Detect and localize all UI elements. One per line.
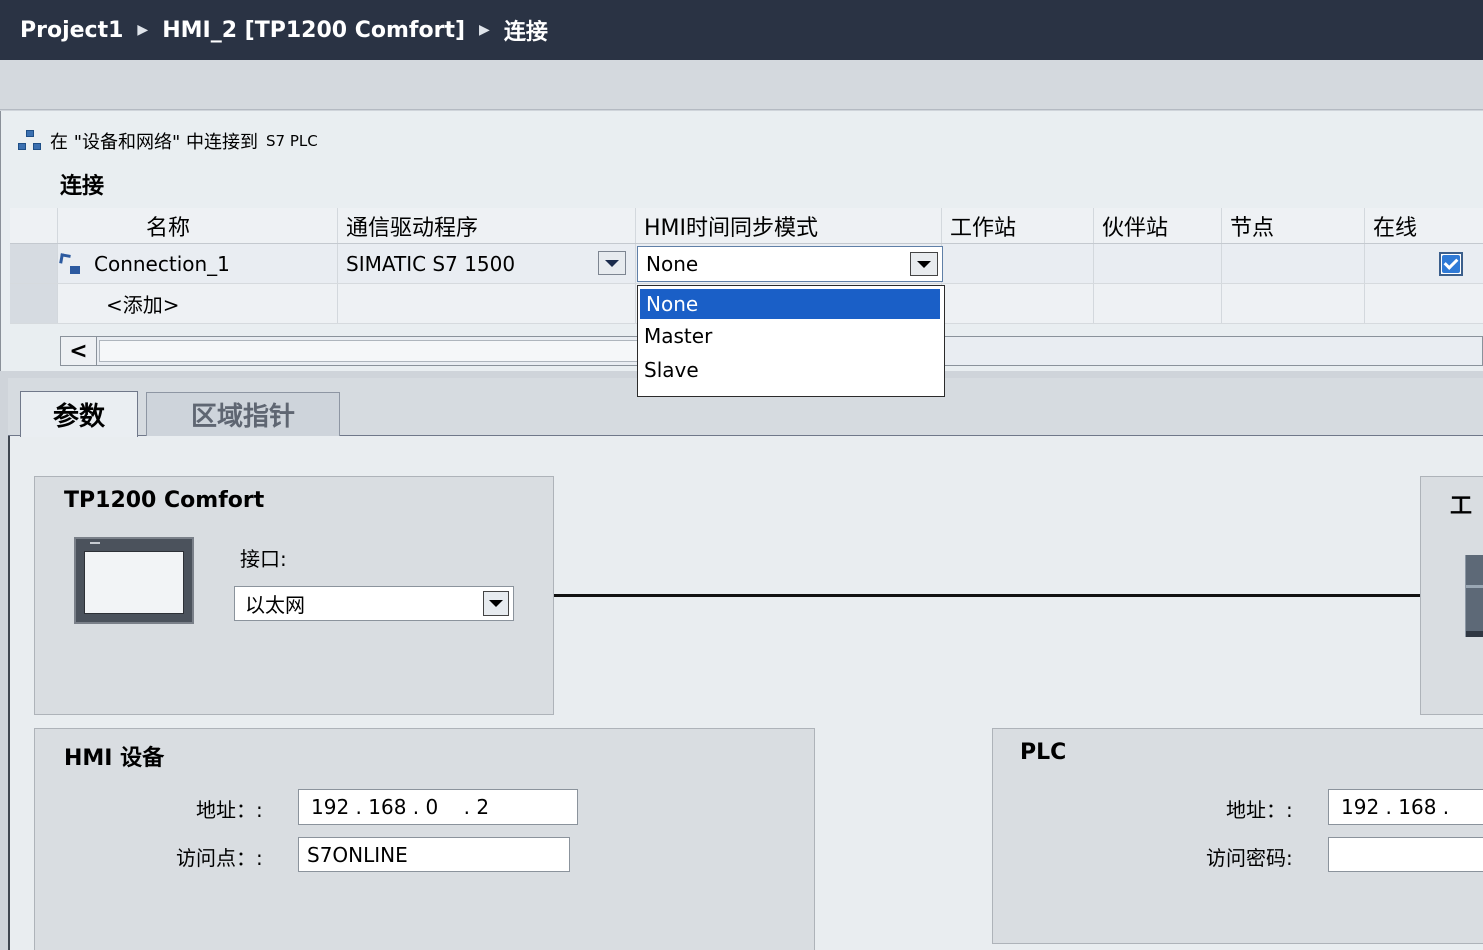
hmi-address-label: 地址：: (196, 798, 263, 822)
station-cell[interactable] (942, 244, 1094, 283)
dropdown-option-master[interactable]: Master (638, 319, 944, 353)
connection-line (554, 594, 1420, 597)
tab-area-pointer[interactable]: 区域指针 (146, 392, 340, 436)
dropdown-option-none[interactable]: None (640, 289, 940, 319)
partner-device-title: 工 (1450, 494, 1473, 519)
scroll-left-icon[interactable]: < (61, 337, 97, 365)
table-header: 名称 通信驱动程序 HMI时间同步模式 工作站 伙伴站 节点 在线 (10, 208, 1483, 244)
chevron-down-icon (917, 260, 931, 268)
breadcrumb-separator-icon: ▶ (479, 22, 490, 38)
driver-value: SIMATIC S7 1500 (346, 251, 516, 276)
breadcrumb-project[interactable]: Project1 (20, 18, 123, 43)
connection-name: Connection_1 (94, 251, 230, 276)
plc-device-icon (1465, 555, 1483, 637)
online-checkbox[interactable] (1439, 251, 1463, 276)
online-cell[interactable] (1365, 244, 1483, 283)
hmi-panel-icon (74, 537, 194, 624)
breadcrumb-device[interactable]: HMI_2 [TP1200 Comfort] (162, 18, 465, 43)
access-point-label: 访问点：: (176, 846, 263, 870)
connect-in-devices-networks-link[interactable]: 在 "设备和网络" 中连接到 S7 PLC (18, 128, 318, 154)
connection-icon (58, 252, 82, 276)
hmi-device-title: TP1200 Comfort (64, 488, 265, 513)
interface-value: 以太网 (245, 593, 305, 617)
dropdown-option-slave[interactable]: Slave (638, 353, 944, 387)
connect-link-target: S7 PLC (266, 132, 318, 150)
interface-select[interactable]: 以太网 (234, 586, 514, 621)
driver-cell[interactable]: SIMATIC S7 1500 (338, 244, 636, 283)
partner-cell[interactable] (1094, 244, 1222, 283)
interface-dropdown-button[interactable] (483, 591, 509, 616)
column-header-node[interactable]: 节点 (1222, 208, 1365, 243)
network-icon (18, 130, 42, 152)
access-password-label: 访问密码: (1206, 846, 1293, 870)
empty-cell (1094, 284, 1222, 323)
driver-dropdown-button[interactable] (598, 251, 626, 275)
hmi-address-input[interactable]: 192 . 168 . 0 . 2 (298, 789, 578, 825)
column-header-station[interactable]: 工作站 (942, 208, 1094, 243)
name-cell[interactable]: Connection_1 (58, 244, 338, 283)
time-sync-combobox[interactable]: None (637, 246, 943, 282)
breadcrumb-separator-icon: ▶ (137, 22, 149, 38)
interface-label: 接口: (240, 547, 287, 571)
plc-address-input[interactable]: 192 . 168 . (1328, 789, 1483, 825)
section-title: 连接 (60, 174, 105, 199)
column-header-time-sync[interactable]: HMI时间同步模式 (636, 208, 942, 243)
chevron-down-icon (489, 600, 503, 607)
node-cell[interactable] (1222, 244, 1365, 283)
plc-address-label: 地址：: (1226, 798, 1293, 822)
breadcrumb-page: 连接 (503, 20, 548, 45)
time-sync-value: None (646, 252, 699, 276)
empty-cell (1222, 284, 1365, 323)
breadcrumb: Project1 ▶ HMI_2 [TP1200 Comfort] ▶ 连接 (0, 0, 1483, 60)
time-sync-dropdown-list: None Master Slave (637, 285, 945, 397)
access-point-input[interactable]: S7ONLINE (298, 837, 570, 872)
column-header-name[interactable]: 名称 (58, 208, 338, 243)
tab-parameters[interactable]: 参数 (20, 391, 138, 437)
row-selector[interactable] (10, 284, 58, 323)
header-corner (10, 208, 58, 243)
toolbar (0, 60, 1483, 110)
column-header-online[interactable]: 在线 (1365, 208, 1483, 243)
hmi-settings-title: HMI 设备 (64, 746, 165, 771)
connect-link-text: 在 "设备和网络" 中连接到 (50, 132, 259, 153)
access-password-input[interactable] (1328, 837, 1483, 872)
empty-cell (338, 284, 636, 323)
time-sync-dropdown-button[interactable] (910, 252, 938, 276)
empty-cell (1365, 284, 1483, 323)
scrollbar-thumb[interactable] (99, 340, 639, 362)
chevron-down-icon (605, 259, 619, 267)
empty-cell (942, 284, 1094, 323)
add-cell[interactable]: <添加> (58, 284, 338, 323)
column-header-driver[interactable]: 通信驱动程序 (338, 208, 636, 243)
row-selector[interactable] (10, 244, 58, 283)
checkmark-icon (1442, 254, 1460, 273)
plc-settings-title: PLC (1020, 740, 1067, 765)
column-header-partner[interactable]: 伙伴站 (1094, 208, 1222, 243)
